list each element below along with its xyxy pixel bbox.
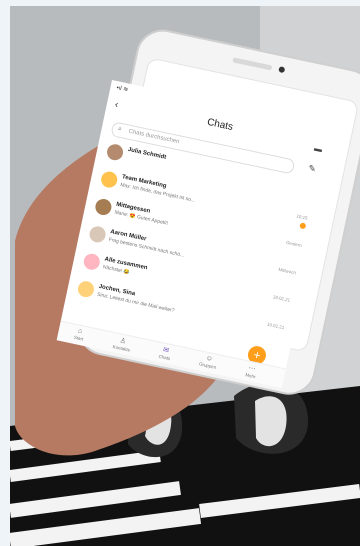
tab-kontakte[interactable]: ♙ Kontakte bbox=[106, 334, 138, 354]
avatar bbox=[82, 252, 102, 272]
tab-label: Chats bbox=[158, 353, 171, 362]
tab-start[interactable]: ⌂ Start bbox=[63, 325, 95, 344]
avatar bbox=[99, 170, 119, 190]
tab-chats[interactable]: ✉ Chats bbox=[149, 343, 181, 363]
image-frame: •ıl ≋ ‹ Chats ▬ ⌕ Chats durchsuchen ✎ Ju… bbox=[0, 0, 360, 546]
search-icon: ⌕ bbox=[117, 125, 123, 134]
search-input[interactable]: Chats durchsuchen bbox=[128, 129, 180, 146]
chat-time: 10:15 bbox=[296, 213, 309, 221]
tab-label: Start bbox=[73, 334, 84, 342]
chat-time: Mittwoch bbox=[278, 266, 297, 276]
chat-time: 18.02.21 bbox=[272, 294, 291, 303]
chat-time: Gestern bbox=[285, 239, 303, 249]
unread-badge bbox=[299, 222, 307, 230]
edit-icon[interactable]: ✎ bbox=[307, 163, 316, 175]
avatar bbox=[93, 197, 113, 217]
avatar bbox=[76, 279, 96, 299]
chat-time: 10.01.21 bbox=[266, 321, 285, 331]
chat-name: Julia Schmidt bbox=[127, 146, 167, 161]
tab-gruppen[interactable]: ☺ Gruppen bbox=[193, 352, 225, 371]
avatar bbox=[88, 224, 108, 244]
tab-mehr[interactable]: ⋯ Mehr bbox=[235, 361, 267, 381]
avatar bbox=[105, 142, 125, 162]
photo: •ıl ≋ ‹ Chats ▬ ⌕ Chats durchsuchen ✎ Ju… bbox=[10, 6, 360, 546]
tab-label: Mehr bbox=[244, 372, 257, 380]
menu-icon[interactable]: ▬ bbox=[313, 144, 323, 154]
